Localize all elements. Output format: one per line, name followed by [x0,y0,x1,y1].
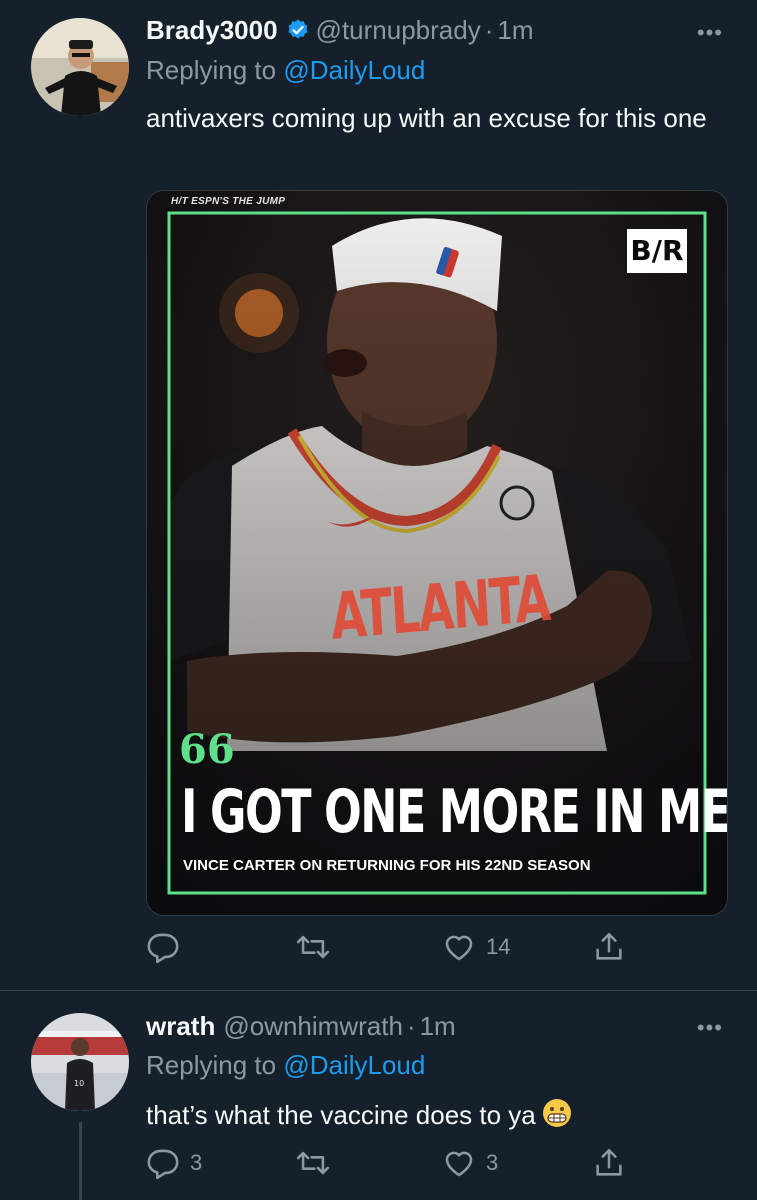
retweet-icon [296,935,330,959]
tweet-actions: 14 [146,930,626,970]
replying-to: Replying to @DailyLoud [146,55,425,86]
reply-icon [147,933,179,964]
reply-count: 3 [190,1150,203,1175]
timestamp[interactable]: 1m [420,1011,456,1041]
timestamp[interactable]: 1m [497,15,533,45]
mention-link[interactable]: @DailyLoud [283,55,425,85]
share-icon [596,1148,622,1176]
replying-to: Replying to @DailyLoud [146,1050,425,1081]
separator-dot: · [484,15,494,45]
tweet-header: Brady3000 @turnupbrady · 1m [146,15,534,49]
user-handle[interactable]: @ownhimwrath [223,1011,403,1041]
share-button[interactable] [592,1146,626,1180]
tweet-text: antivaxers coming up with an excuse for … [146,103,707,133]
tweet-2[interactable]: 10 wrath @ownhimwrath · 1m ••• Replying to … [0,991,757,1200]
tweet-image[interactable]: H/T ESPN'S THE JUMP B/R ATLANTA 66 I GOT… [146,190,728,916]
svg-text:10: 10 [74,1079,84,1088]
mention-link[interactable]: @DailyLoud [283,1050,425,1080]
display-name[interactable]: Brady3000 [146,15,278,45]
retweet-button[interactable] [296,1146,340,1180]
retweet-button[interactable] [296,930,340,964]
like-count: 3 [486,1150,499,1175]
br-logo: B/R [630,234,684,267]
tweet-1[interactable]: Brady3000 @turnupbrady · 1m ••• Replying to… [0,0,757,990]
separator-dot: · [406,1011,416,1041]
more-options-icon[interactable]: ••• [697,1015,723,1041]
retweet-icon [296,1151,330,1175]
reply-button[interactable] [146,930,190,964]
thread-connector-line [79,1122,82,1200]
tweet-actions: 3 3 [146,1146,626,1186]
display-name[interactable]: wrath [146,1011,215,1041]
headline: I GOT ONE MORE IN ME. [181,777,728,847]
share-icon [596,932,622,960]
tweet-text: that’s what the vaccine does to ya [146,1096,736,1138]
replying-prefix: Replying to [146,1050,277,1080]
like-button[interactable]: 14 [442,930,510,964]
user-handle[interactable]: @turnupbrady [316,15,481,45]
image-credit: H/T ESPN'S THE JUMP [171,196,286,207]
heart-icon [445,1151,473,1177]
quote-mark-icon: 66 [179,726,235,773]
avatar[interactable]: 10 [31,1013,129,1111]
replying-prefix: Replying to [146,55,277,85]
grimacing-face-icon [542,1098,572,1138]
tweet-text-content: that’s what the vaccine does to ya [146,1100,536,1130]
avatar[interactable] [31,18,129,116]
tweet-header: wrath @ownhimwrath · 1m [146,1011,456,1042]
like-button[interactable]: 3 [442,1146,498,1180]
verified-badge-icon [286,18,310,49]
reply-button[interactable]: 3 [146,1146,202,1180]
heart-icon [445,935,473,961]
share-button[interactable] [592,930,626,964]
like-count: 14 [486,934,511,959]
more-options-icon[interactable]: ••• [697,20,723,46]
reply-icon [147,1149,179,1180]
caption: VINCE CARTER ON RETURNING FOR HIS 22ND S… [183,857,591,874]
